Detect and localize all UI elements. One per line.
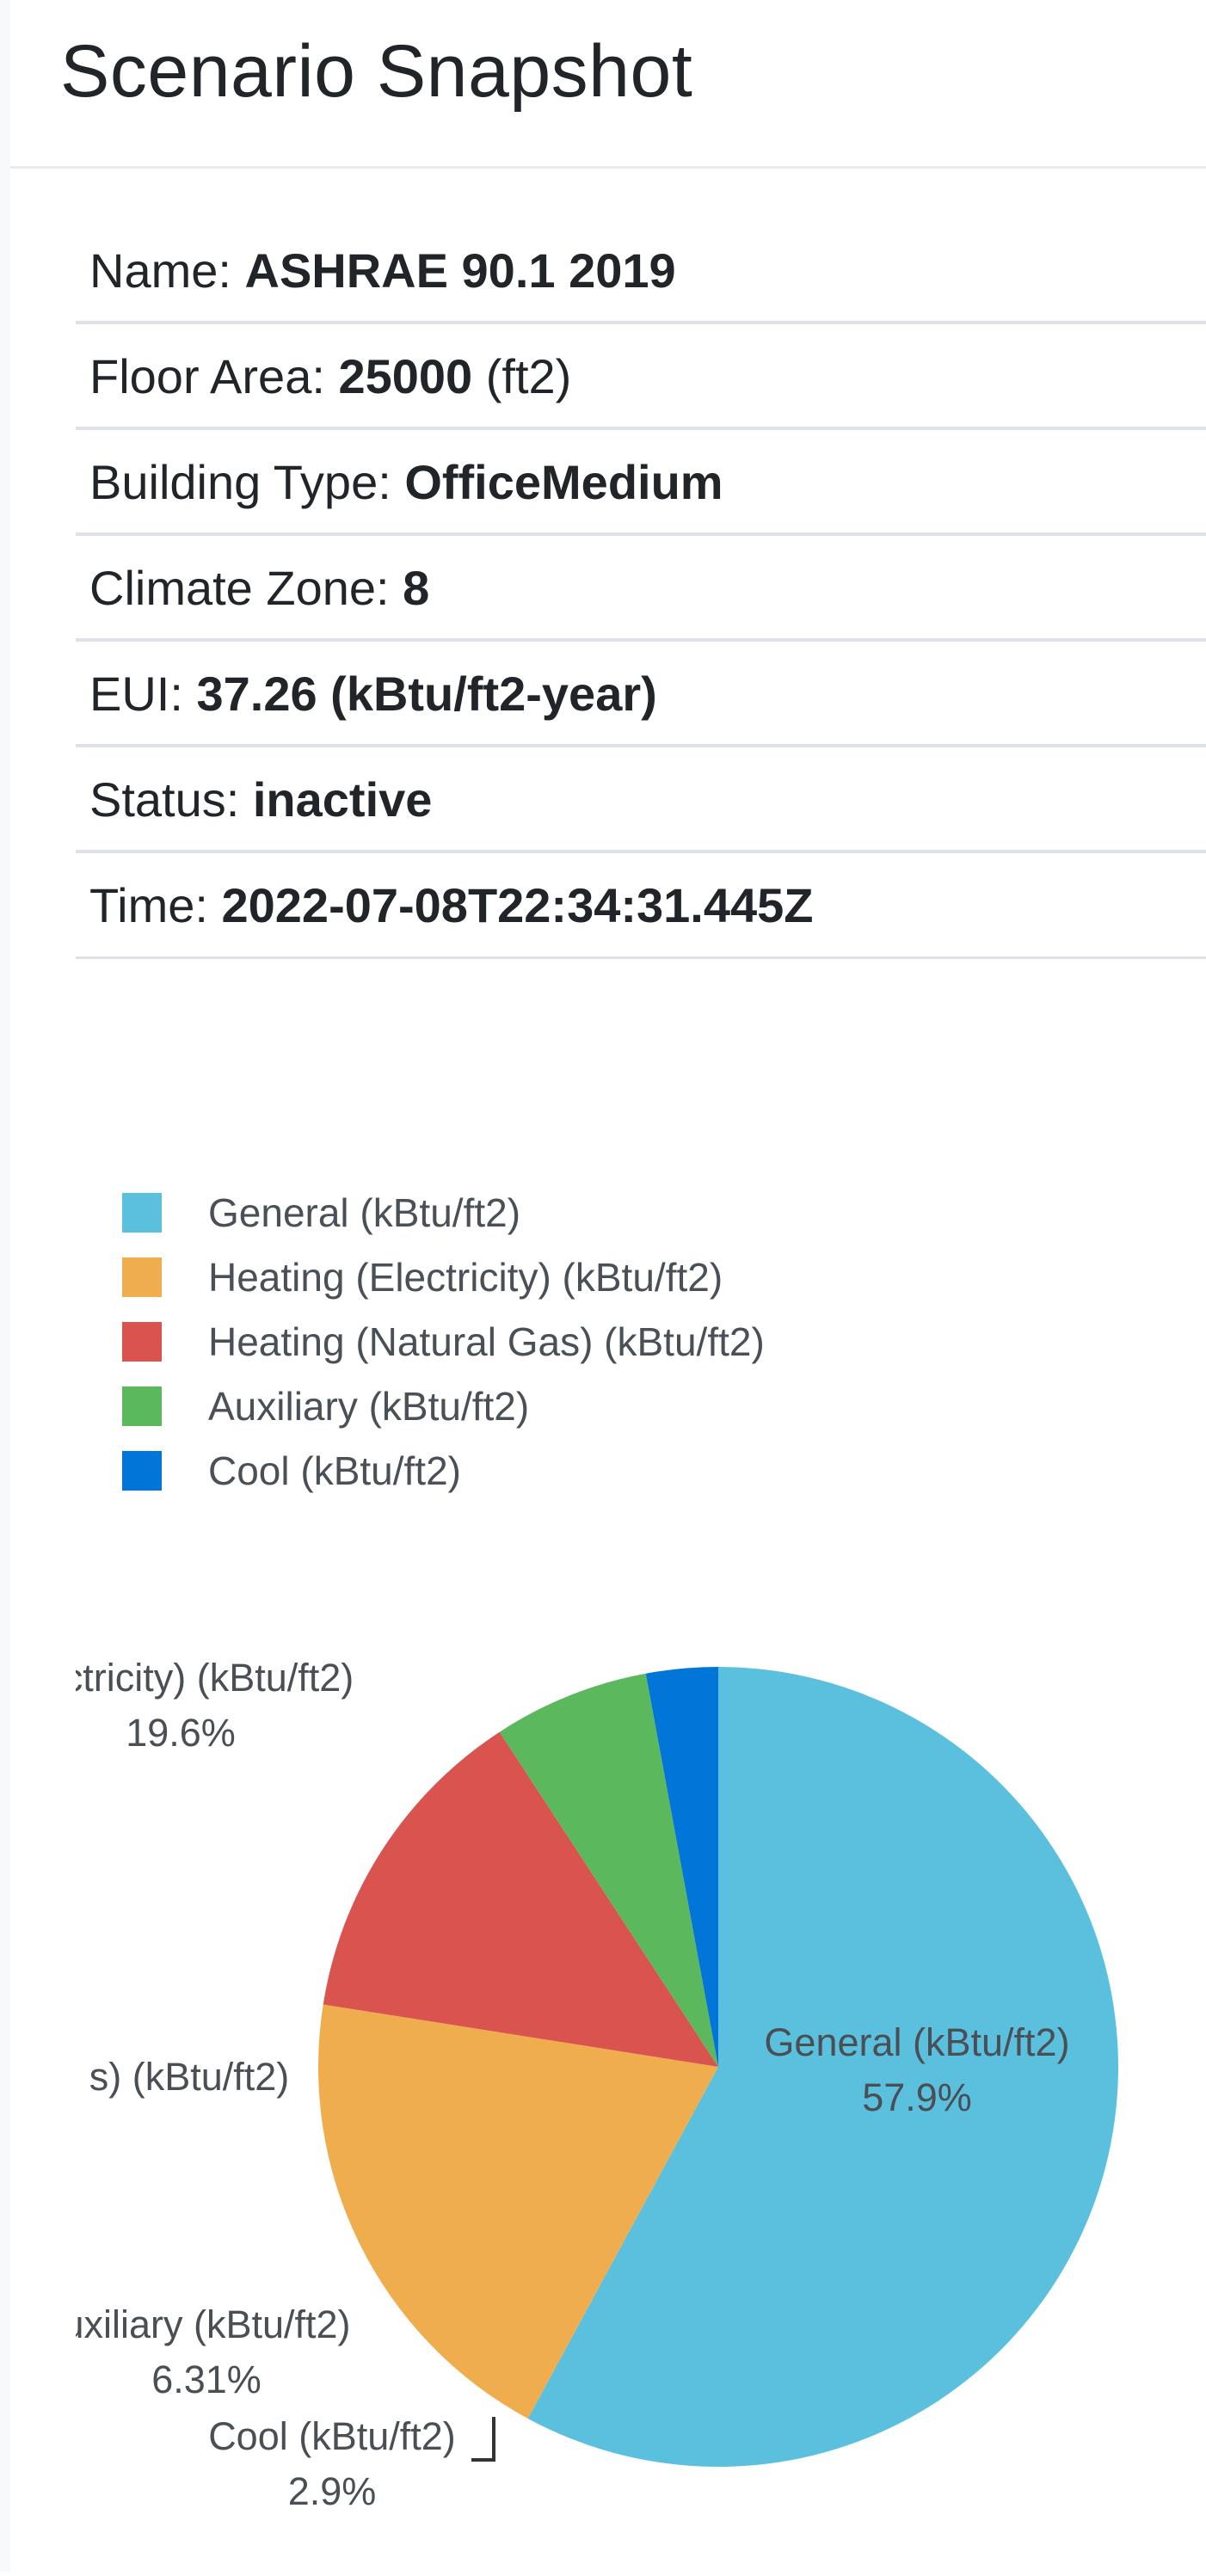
pie-slice-percent: 57.9% bbox=[862, 2075, 972, 2119]
pie-slice-percent: 2.9% bbox=[288, 2469, 377, 2513]
pie-slice-label: s) (kBtu/ft2) bbox=[89, 2055, 290, 2099]
pie-chart-area: General (kBtu/ft2) 57.9% Electricity) (kBt… bbox=[0, 0, 1206, 2572]
pie-slice-percent: 19.6% bbox=[126, 1711, 236, 1755]
pie-slice-label: Electricity) (kBtu/ft2) bbox=[8, 1656, 354, 1700]
pie-slice-label: General (kBtu/ft2) bbox=[764, 2020, 1069, 2064]
pie-slice-label: Cool (kBtu/ft2) bbox=[208, 2414, 456, 2458]
cool-label-leader-line bbox=[471, 2417, 495, 2462]
pie-chart: General (kBtu/ft2) 57.9% Electricity) (kBt… bbox=[8, 1656, 1119, 2513]
pie-slice-percent: 6.31% bbox=[151, 2358, 262, 2401]
pie-slice-label: uxiliary (kBtu/ft2) bbox=[62, 2302, 350, 2346]
